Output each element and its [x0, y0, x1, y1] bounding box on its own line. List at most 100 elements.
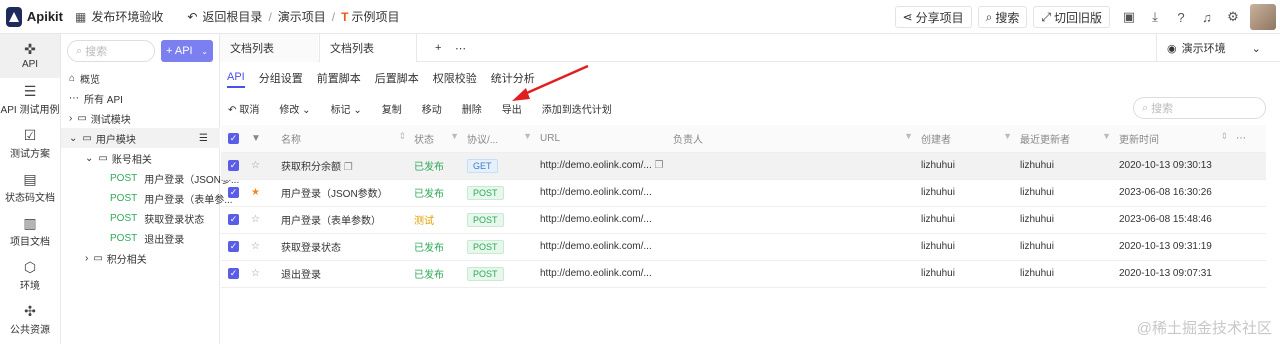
tree-overview[interactable]: ⌂ 概览 [61, 68, 220, 88]
nav-item-project-doc[interactable]: ▥ 项目文档 [0, 210, 60, 254]
api-name[interactable]: 退出登录 [281, 270, 321, 281]
copy-icon[interactable]: ❐ [655, 160, 664, 171]
table-row[interactable]: ✓ ☆ 获取登录状态 已发布 POST http://demo.eolink.c… [221, 233, 1266, 261]
search-button[interactable]: ⌕ 搜索 [977, 6, 1028, 28]
tree-group-test[interactable]: › ▭ 测试模块 [61, 108, 220, 128]
col-name[interactable]: 名称 ⇕ [281, 125, 414, 153]
mark-button[interactable]: 标记 ⌄ [331, 101, 362, 116]
download-icon[interactable]: ⤓ [1142, 9, 1168, 25]
tree-api-item[interactable]: POST 获取登录状态 [61, 208, 220, 228]
release-env-button[interactable]: ▦ 发布环境验收 [75, 0, 163, 34]
bell-icon[interactable]: ♫ [1194, 10, 1220, 25]
row-checkbox[interactable]: ✓ [221, 179, 251, 207]
col-updater[interactable]: 最近更新者 ▼ [1020, 125, 1119, 153]
nav-item-resource[interactable]: ✣ 公共资源 [0, 298, 60, 342]
api-name[interactable]: 用户登录（JSON参数） [281, 189, 388, 200]
move-button[interactable]: 移动 [422, 101, 442, 116]
subtab-pre-script[interactable]: 前置脚本 [317, 70, 361, 89]
star-filter-icon[interactable]: ▼ [251, 125, 281, 153]
nav-item-test-plan[interactable]: ☑ 测试方案 [0, 122, 60, 166]
breadcrumb-project[interactable]: T 示例项目 [341, 0, 399, 34]
col-protocol[interactable]: 协议/... ▼ [467, 125, 540, 153]
star-icon[interactable]: ☆ [251, 206, 281, 234]
add-tab-icon[interactable]: + [425, 34, 441, 62]
tree-all-api[interactable]: ⋯ 所有 API [61, 88, 220, 108]
star-filled-icon[interactable]: ★ [251, 179, 281, 207]
col-time[interactable]: 更新时间 ⇕ [1119, 125, 1236, 153]
copy-button[interactable]: 复制 [382, 101, 402, 116]
list-search-input[interactable]: ⌕ 搜索 [1133, 97, 1266, 119]
search-icon: ⌕ [76, 44, 83, 57]
col-owner[interactable]: 负责人 ▼ [673, 125, 921, 153]
col-url[interactable]: URL [540, 125, 673, 153]
nav-item-env[interactable]: ⬡ 环境 [0, 254, 60, 298]
subtab-permission[interactable]: 权限校验 [433, 70, 477, 89]
row-checkbox[interactable]: ✓ [221, 233, 251, 261]
subtab-post-script[interactable]: 后置脚本 [375, 70, 419, 89]
delete-button[interactable]: 删除 [462, 101, 482, 116]
modify-button[interactable]: 修改 ⌄ [279, 101, 310, 116]
tree-api-item[interactable]: POST 用户登录（JSON参... [61, 168, 239, 188]
nav-item-label: 测试方案 [10, 149, 50, 160]
tree-api-item[interactable]: POST 退出登录 [61, 228, 220, 248]
calendar-icon[interactable]: ▣ [1116, 9, 1142, 25]
tab-label: 文档列表 [330, 43, 374, 55]
app-name: Apikit [26, 9, 63, 24]
add-to-iteration-button[interactable]: 添加到迭代计划 [542, 101, 612, 116]
subtab-group-settings[interactable]: 分组设置 [259, 70, 303, 89]
copy-icon[interactable]: ❐ [344, 162, 353, 173]
nav-item-test-case[interactable]: ☰ API 测试用例 [0, 78, 60, 122]
table-row[interactable]: ✓ ☆ 获取积分余额 ❐ 已发布 GET http://demo.eolink.… [221, 152, 1266, 180]
table-row[interactable]: ✓ ☆ 退出登录 已发布 POST http://demo.eolink.com… [221, 260, 1266, 288]
col-creator[interactable]: 创建者 ▼ [921, 125, 1020, 153]
help-icon[interactable]: ? [1168, 10, 1194, 25]
tree-search-input[interactable]: ⌕ 搜索 [67, 40, 155, 62]
status-badge: 已发布 [414, 162, 444, 173]
cancel-button[interactable]: ↶ 取消 [228, 101, 259, 116]
more-columns-icon[interactable]: ⋯ [1236, 125, 1266, 153]
tree-sub-account[interactable]: ⌄ ▭ 账号相关 [61, 148, 220, 168]
chevron-down-icon: ⌄ [302, 104, 311, 116]
export-button[interactable]: 导出 [502, 101, 522, 116]
more-tabs-icon[interactable]: ⋯ [445, 34, 466, 62]
star-icon[interactable]: ☆ [251, 152, 281, 180]
avatar[interactable] [1250, 4, 1276, 30]
star-icon[interactable]: ☆ [251, 260, 281, 288]
back-root-button[interactable]: ↶ 返回根目录 [187, 0, 262, 34]
subtab-api[interactable]: API [227, 71, 245, 88]
col-status[interactable]: 状态 ▼ [414, 125, 467, 153]
table-row[interactable]: ✓ ★ 用户登录（JSON参数） 已发布 POST http://demo.eo… [221, 179, 1266, 207]
nav-item-api[interactable]: ✜ API [0, 34, 60, 78]
api-name[interactable]: 获取登录状态 [281, 243, 341, 254]
nav-item-label: API 测试用例 [0, 105, 60, 116]
tree-group-user[interactable]: ⌄ ▭ 用户模块 ☰ [61, 128, 220, 148]
env-selector[interactable]: ◉ 演示环境 ⌄ [1156, 34, 1280, 62]
api-name[interactable]: 获取积分余额 [281, 162, 341, 173]
star-icon[interactable]: ☆ [251, 233, 281, 261]
menu-icon[interactable]: ☰ [199, 133, 208, 144]
old-version-button[interactable]: ⤢ 切回旧版 [1033, 6, 1110, 28]
tab-doc-list-active[interactable]: 文档列表 [319, 34, 417, 62]
breadcrumb-project-group[interactable]: 演示项目 [278, 0, 326, 34]
table-row[interactable]: ✓ ☆ 用户登录（表单参数） 测试 POST http://demo.eolin… [221, 206, 1266, 234]
creator: lizhuhui [921, 187, 955, 198]
tree-api-item[interactable]: POST 用户登录（表单参... [61, 188, 233, 208]
dots-icon: ⋯ [69, 92, 79, 104]
row-checkbox[interactable]: ✓ [221, 152, 251, 180]
row-checkbox[interactable]: ✓ [221, 260, 251, 288]
row-checkbox[interactable]: ✓ [221, 206, 251, 234]
api-name[interactable]: 用户登录（表单参数） [281, 216, 381, 227]
list-search-placeholder: 搜索 [1151, 103, 1174, 115]
folder-icon: ▭ [98, 152, 108, 164]
tab-doc-list[interactable]: 文档列表 [220, 34, 318, 62]
select-all-checkbox[interactable]: ✓ [221, 125, 251, 153]
project-icon: T [341, 9, 349, 24]
folder-icon: ▭ [77, 112, 87, 124]
add-api-button[interactable]: + API ⌄ [161, 40, 213, 62]
gear-icon[interactable]: ⚙ [1220, 9, 1246, 25]
tree-sub-points[interactable]: › ▭ 积分相关 [61, 248, 220, 268]
subtab-stats[interactable]: 统计分析 [491, 70, 535, 89]
logo[interactable]: Apikit [0, 6, 63, 27]
share-project-button[interactable]: ⋖ 分享项目 [894, 6, 972, 28]
nav-item-status-doc[interactable]: ▤ 状态码文档 [0, 166, 60, 210]
